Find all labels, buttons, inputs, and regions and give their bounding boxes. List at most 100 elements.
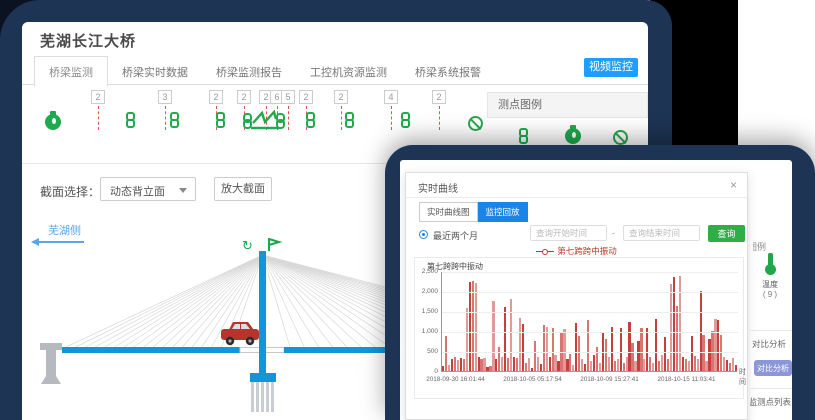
chart-bar (605, 339, 607, 371)
tab-1[interactable]: 桥梁实时数据 (108, 57, 202, 86)
chart-bar (608, 357, 610, 371)
chart-bar (480, 359, 482, 371)
chart-bar (664, 337, 666, 371)
chart-bar (714, 319, 716, 371)
temperature-label[interactable]: 温度 (752, 279, 788, 290)
sensor-marker-line (439, 106, 440, 130)
chart-y-tick: 2,000 (415, 288, 438, 295)
chart-bar (501, 357, 503, 371)
recent-range-label: 最近两个月 (433, 229, 478, 242)
chart-bar (486, 367, 488, 371)
legend-marker-icon (536, 249, 554, 254)
chart-bar (448, 365, 450, 371)
chart-x-tick: 2018-10-15 11:03:41 (648, 376, 725, 383)
sensor-marker-line (341, 106, 342, 130)
chart-bar (626, 357, 628, 371)
chart-bar (578, 336, 580, 371)
dialog-tabbar: 实时曲线图监控回放 (419, 202, 528, 220)
tab-4[interactable]: 桥梁系统报警 (401, 57, 495, 86)
enlarge-section-button[interactable]: 放大截面 (214, 177, 272, 201)
chart-bar (590, 361, 592, 371)
tab-3[interactable]: 工控机资源监测 (296, 57, 401, 86)
chart-gridline (442, 292, 738, 293)
chart-bar (540, 364, 542, 371)
close-icon[interactable]: × (730, 178, 737, 192)
strain-sensor-icon (399, 112, 412, 129)
chart-bar (658, 361, 660, 371)
chart-bar (475, 283, 477, 371)
chart-bar (472, 281, 474, 371)
chart-bar (569, 354, 571, 371)
chart-bar (649, 357, 651, 371)
chart-bar (522, 324, 524, 371)
chart-bar (557, 361, 559, 371)
page-title: 芜湖长江大桥 (40, 30, 136, 51)
main-tabbar: 桥梁监测桥梁实时数据桥梁监测报告工控机资源监测桥梁系统报警 (22, 56, 648, 85)
query-start-time-input[interactable] (530, 225, 607, 241)
chart-bar (729, 363, 731, 371)
bridge-tower (259, 251, 266, 375)
chart-bar (667, 359, 669, 371)
thermometer-icon (764, 253, 777, 275)
chart-bar (451, 359, 453, 371)
compare-analysis-button[interactable]: 对比分析 (754, 360, 792, 376)
chart-bar (676, 306, 678, 371)
chart-bar (445, 336, 447, 371)
chart-bar (498, 347, 500, 371)
chart-bar (572, 365, 574, 371)
chart-bar (593, 355, 595, 371)
tab-0[interactable]: 桥梁监测 (34, 56, 108, 87)
section-select-dropdown[interactable]: 动态背立面 (100, 177, 196, 201)
bridge-deck-left (62, 347, 240, 353)
chart-bar (637, 341, 639, 371)
chart-bar (575, 323, 577, 371)
chart-bar (697, 359, 699, 371)
chart-bar (534, 341, 536, 371)
strain-sensor-icon (168, 112, 181, 129)
chart-bar (460, 358, 462, 371)
chart-bar (628, 322, 630, 371)
expansion-joint-icon (243, 110, 285, 137)
sidebar-legend-header: 测点图例 (753, 240, 766, 252)
sensor-count-badge: 4 (384, 90, 398, 104)
chart-bar (646, 328, 648, 371)
video-monitor-button[interactable]: 视频监控 (584, 58, 638, 77)
chart-bar (510, 299, 512, 371)
chart-bar (457, 360, 459, 371)
sensor-marker-line (165, 106, 166, 130)
chart-bar (519, 318, 521, 371)
measure-point-legend-panel: 测点图例 (487, 92, 648, 152)
chart-bar (694, 356, 696, 371)
sensor-marker-line (391, 106, 392, 130)
chart-bar (478, 357, 480, 371)
chart-legend[interactable]: 第七跨跨中振动 (406, 245, 747, 257)
bridge-side-label: 芜湖侧 (48, 222, 81, 238)
chart-bar (723, 357, 725, 371)
dialog-tab-0[interactable]: 实时曲线图 (419, 202, 478, 222)
chart-bar (652, 363, 654, 371)
bridge-pier (40, 343, 62, 384)
chart-y-tick: 1,000 (415, 328, 438, 335)
chart-x-tick: 2018-10-05 05:17:54 (494, 376, 571, 383)
chart-bar (700, 291, 702, 371)
chart-bar (691, 336, 693, 371)
sensor-count-badge: 2 (432, 90, 446, 104)
dialog-window: 实时曲线 × 实时曲线图监控回放 最近两个月 - 查询 第七跨跨中振动 第七跨跨… (400, 160, 792, 420)
prohibit-icon (613, 130, 628, 145)
sensor-count-badge: 2 (91, 90, 105, 104)
tab-2[interactable]: 桥梁监测报告 (202, 57, 296, 86)
query-end-time-input[interactable] (623, 225, 700, 241)
sensor-count-badge: 2 (237, 90, 251, 104)
sidebar-divider (750, 330, 792, 331)
chart-bar (504, 307, 506, 371)
chart-bar (688, 361, 690, 371)
dialog-tab-1[interactable]: 监控回放 (478, 202, 528, 222)
temperature-count: ( 9 ) (752, 290, 788, 299)
chart-bar (531, 368, 533, 371)
chart-bar (587, 320, 589, 371)
chart-bar (552, 328, 554, 371)
section-select-value: 动态背立面 (110, 183, 165, 199)
query-button[interactable]: 查询 (708, 225, 745, 242)
chart-bar (685, 359, 687, 371)
recent-range-radio[interactable] (419, 230, 428, 239)
